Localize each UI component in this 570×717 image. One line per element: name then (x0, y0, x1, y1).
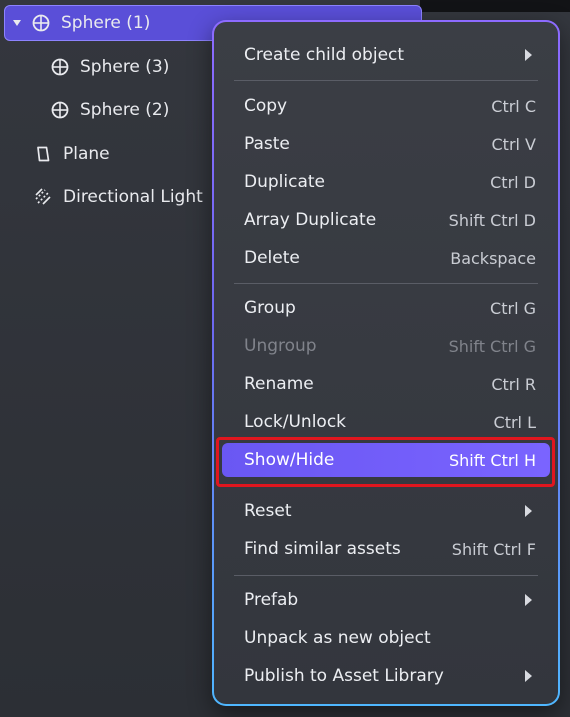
menu-item-shortcut: Ctrl V (491, 134, 537, 154)
chevron-right-icon (525, 594, 532, 606)
menu-item-label: Unpack as new object (244, 628, 431, 648)
menu-item-lock-unlock[interactable]: Lock/Unlock Ctrl L (222, 405, 550, 439)
sphere-icon (50, 57, 70, 77)
menu-item-label: Lock/Unlock (244, 412, 347, 432)
menu-item-shortcut: Ctrl R (491, 374, 536, 394)
sphere-icon (50, 100, 70, 120)
tree-item-sphere-3[interactable]: Sphere (3) (50, 49, 169, 85)
menu-separator (234, 283, 538, 284)
menu-item-label: Rename (244, 374, 314, 394)
menu-item-shortcut: Ctrl D (490, 172, 536, 192)
menu-item-find-similar-assets[interactable]: Find similar assets Shift Ctrl F (222, 532, 550, 566)
menu-item-label: Create child object (244, 45, 405, 65)
tree-item-label: Sphere (3) (80, 57, 170, 77)
menu-item-shortcut: Ctrl G (490, 298, 536, 318)
menu-item-shortcut: Shift Ctrl F (451, 539, 536, 559)
menu-item-shortcut: Shift Ctrl G (448, 336, 536, 356)
menu-separator (234, 80, 538, 81)
context-menu: Create child object Copy Ctrl C Paste Ct… (212, 20, 560, 706)
tree-item-label: Sphere (1) (61, 13, 151, 33)
menu-item-unpack-as-new-object[interactable]: Unpack as new object (222, 621, 550, 655)
menu-item-prefab[interactable]: Prefab (222, 583, 550, 617)
tree-item-label: Plane (63, 144, 110, 164)
menu-item-label: Find similar assets (244, 539, 401, 559)
menu-item-ungroup: Ungroup Shift Ctrl G (222, 329, 550, 363)
menu-item-shortcut: Backspace (450, 248, 536, 268)
menu-item-array-duplicate[interactable]: Array Duplicate Shift Ctrl D (222, 203, 550, 237)
menu-item-label: Copy (244, 96, 288, 116)
tree-item-sphere-2[interactable]: Sphere (2) (50, 92, 169, 128)
menu-item-shortcut: Ctrl C (491, 96, 536, 116)
menu-item-shortcut: Ctrl L (493, 412, 536, 432)
menu-item-reset[interactable]: Reset (222, 494, 550, 528)
menu-item-publish-to-asset-library[interactable]: Publish to Asset Library (222, 659, 550, 693)
sphere-icon (31, 13, 51, 33)
menu-item-label: Delete (244, 248, 300, 268)
menu-separator (234, 575, 538, 576)
menu-item-paste[interactable]: Paste Ctrl V (222, 127, 550, 161)
chevron-right-icon (525, 670, 532, 682)
menu-item-label: Array Duplicate (244, 210, 377, 230)
menu-item-copy[interactable]: Copy Ctrl C (222, 89, 550, 123)
menu-item-label: Paste (244, 134, 290, 154)
menu-item-label: Reset (244, 501, 292, 521)
light-icon (33, 187, 53, 207)
chevron-right-icon (525, 505, 532, 517)
tree-item-plane[interactable]: Plane (33, 136, 110, 172)
chevron-right-icon (525, 49, 532, 61)
menu-item-create-child-object[interactable]: Create child object (222, 38, 550, 72)
menu-item-shortcut: Shift Ctrl D (448, 210, 536, 230)
menu-item-label: Prefab (244, 590, 299, 610)
menu-item-duplicate[interactable]: Duplicate Ctrl D (222, 165, 550, 199)
highlight-outline (216, 437, 555, 487)
plane-icon (33, 144, 53, 164)
menu-item-label: Group (244, 298, 296, 318)
menu-item-group[interactable]: Group Ctrl G (222, 291, 550, 325)
tree-item-label: Directional Light (63, 187, 203, 207)
menu-item-label: Duplicate (244, 172, 325, 192)
chevron-down-icon[interactable] (13, 20, 21, 26)
menu-item-label: Ungroup (244, 336, 317, 356)
tree-item-directional-light[interactable]: Directional Light (33, 179, 203, 215)
tree-item-label: Sphere (2) (80, 100, 170, 120)
context-menu-body: Create child object Copy Ctrl C Paste Ct… (214, 22, 558, 704)
menu-item-delete[interactable]: Delete Backspace (222, 241, 550, 275)
menu-item-label: Publish to Asset Library (244, 666, 444, 686)
menu-item-rename[interactable]: Rename Ctrl R (222, 367, 550, 401)
top-bar-strip (420, 0, 570, 12)
